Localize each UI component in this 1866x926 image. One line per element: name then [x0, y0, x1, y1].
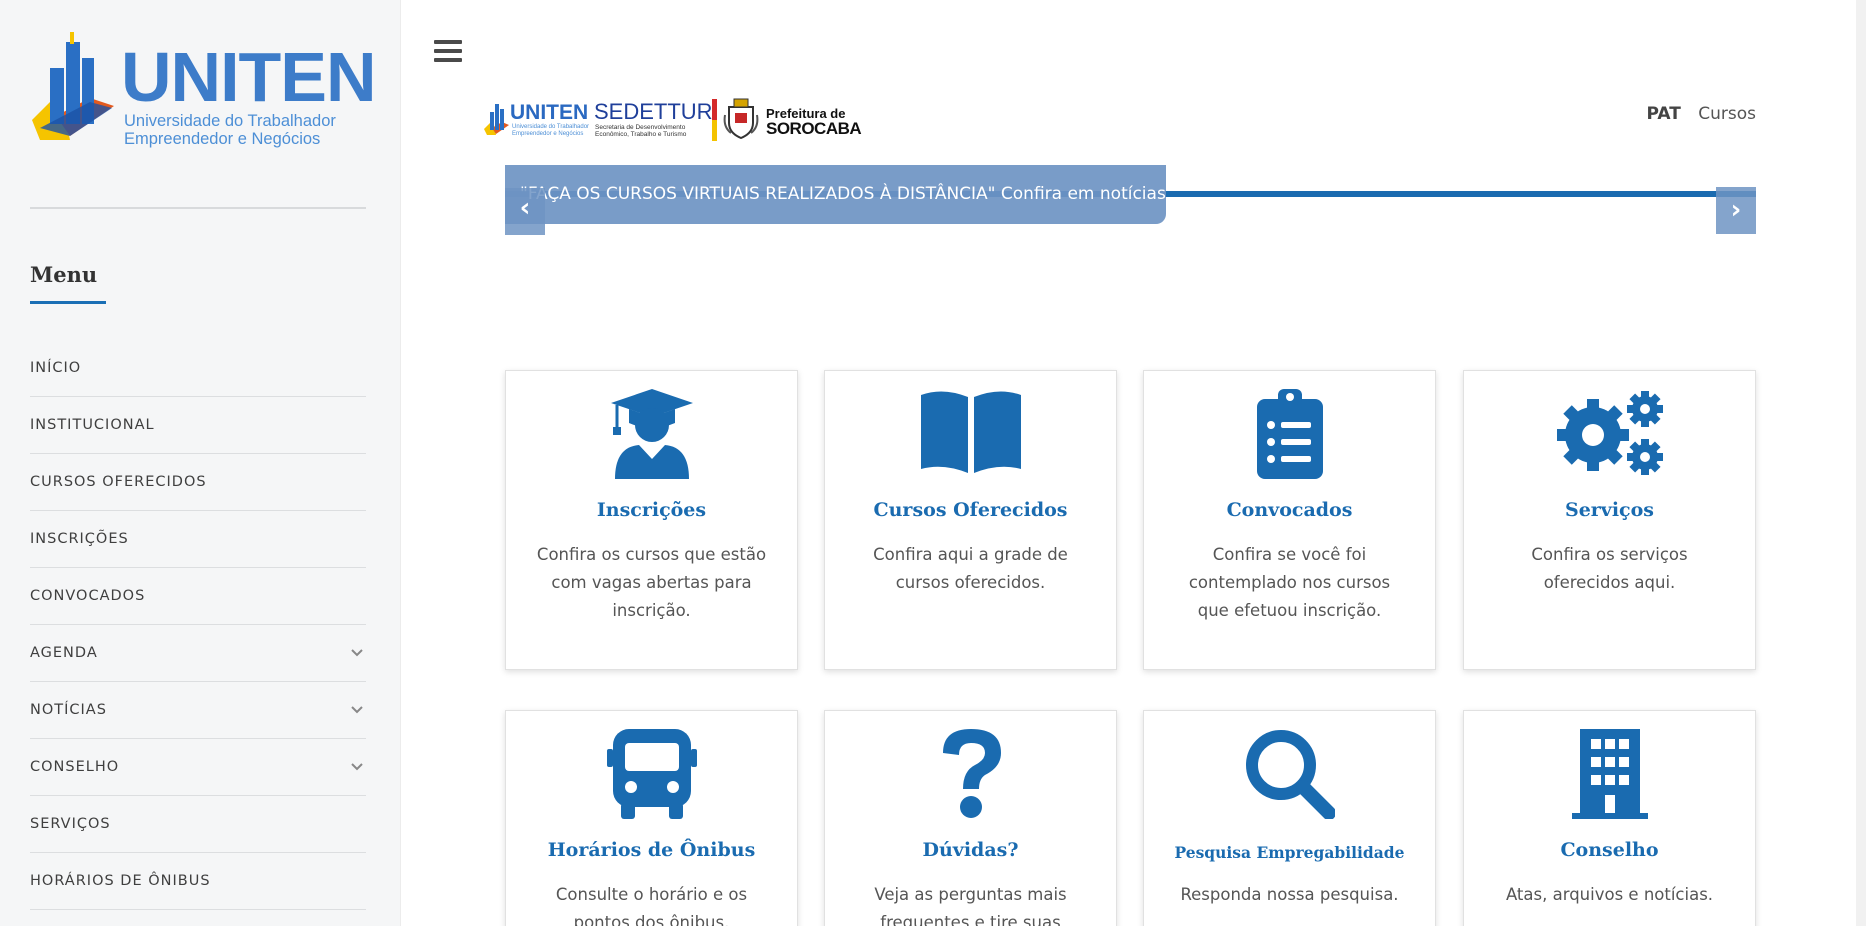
- card-text: Confira se você foi contemplado nos curs…: [1188, 545, 1391, 620]
- card-title: Inscrições: [596, 499, 707, 521]
- card-title: Pesquisa Empregabilidade: [1174, 843, 1405, 862]
- graduate-icon: [506, 389, 797, 479]
- partner-uniten-sub2: Empreendedor e Negócios: [512, 131, 584, 137]
- sidebar-item-label: INÍCIO: [30, 360, 82, 376]
- card-inscricoes[interactable]: Inscrições Confira os cursos que estão c…: [505, 370, 798, 670]
- card-title: Serviços: [1564, 499, 1655, 521]
- news-slider: "FAÇA OS CURSOS VIRTUAIS REALIZADOS À DI…: [505, 165, 1756, 235]
- sidebar-item-inscricoes[interactable]: INSCRIÇÕES: [30, 511, 366, 568]
- partner-sedettur-title: SEDETTUR: [594, 99, 713, 124]
- sidebar-item-label: CONSELHO: [30, 759, 120, 775]
- logo-subtitle-line2: Empreendedor e Negócios: [124, 130, 321, 148]
- logo-title: UNITEN: [121, 38, 377, 116]
- slider-prev-button[interactable]: ‹: [505, 188, 545, 235]
- menu-title-underline: [30, 301, 106, 304]
- sidebar-item-institucional[interactable]: INSTITUCIONAL: [30, 397, 366, 454]
- card-title: Cursos Oferecidos: [873, 499, 1068, 521]
- sidebar-item-label: NOTÍCIAS: [30, 702, 107, 718]
- sidebar-item-horarios-onibus[interactable]: HORÁRIOS DE ÔNIBUS: [30, 853, 366, 910]
- sidebar: UNITEN Universidade do Trabalhador Empre…: [0, 0, 401, 926]
- sidebar-item-inicio[interactable]: INÍCIO: [30, 340, 366, 397]
- card-title: Conselho: [1560, 839, 1659, 861]
- sidebar-item-agenda[interactable]: AGENDA: [30, 625, 366, 682]
- sidebar-item-label: INSTITUCIONAL: [30, 417, 155, 433]
- topnav-link-cursos[interactable]: Cursos: [1698, 104, 1756, 124]
- uniten-logo-mark-icon: [32, 32, 114, 140]
- card-conselho[interactable]: Conselho Atas, arquivos e notícias.: [1463, 710, 1756, 926]
- logo-subtitle: Universidade do Trabalhador Empreendedor…: [124, 112, 336, 148]
- building-icon: [1464, 729, 1755, 819]
- partner-sedettur-sub2: Econômico, Trabalho e Turismo: [595, 131, 687, 138]
- partner-sedettur-sub1: Secretaria de Desenvolvimento: [595, 124, 686, 131]
- card-convocados[interactable]: Convocados Confira se você foi contempla…: [1143, 370, 1436, 670]
- card-title: Horários de Ônibus: [547, 839, 756, 861]
- menu-title: Menu: [30, 262, 98, 287]
- question-icon: [825, 729, 1116, 819]
- sorocaba-crest-icon: [723, 98, 759, 139]
- card-cursos-oferecidos[interactable]: Cursos Oferecidos Confira aqui a grade d…: [824, 370, 1117, 670]
- uniten-logo[interactable]: UNITEN Universidade do Trabalhador Empre…: [30, 32, 377, 157]
- card-text: Atas, arquivos e notícias.: [1505, 885, 1714, 904]
- card-text: Confira aqui a grade de cursos oferecido…: [873, 545, 1068, 592]
- chevron-down-icon[interactable]: [350, 760, 364, 774]
- hamburger-bar: [434, 49, 462, 53]
- chevron-down-icon[interactable]: [350, 703, 364, 717]
- card-horarios-onibus[interactable]: Horários de Ônibus Consulte o horário e …: [505, 710, 798, 926]
- card-text: Consulte o horário e os pontos dos ônibu…: [555, 885, 748, 926]
- card-text: Confira os serviços oferecidos aqui.: [1531, 545, 1688, 592]
- partner-uniten-sub1: Universidade do Trabalhador: [512, 124, 590, 130]
- slider-caption-text: "FAÇA OS CURSOS VIRTUAIS REALIZADOS À DI…: [520, 184, 1166, 204]
- partner-uniten-subtitle: Universidade do Trabalhador Empreendedor…: [512, 124, 589, 138]
- partner-uniten-title: UNITEN: [510, 101, 589, 124]
- card-title: Dúvidas?: [922, 839, 1019, 861]
- open-book-icon: [825, 389, 1116, 479]
- page-scrollbar[interactable]: [1856, 0, 1866, 926]
- gears-icon: [1464, 389, 1755, 479]
- card-text: Responda nossa pesquisa.: [1180, 885, 1399, 904]
- hamburger-bar: [434, 58, 462, 62]
- sidebar-item-label: AGENDA: [30, 645, 98, 661]
- card-servicos[interactable]: Serviços Confira os serviços oferecidos …: [1463, 370, 1756, 670]
- partner-divider-bar: [712, 99, 717, 141]
- sidebar-item-servicos[interactable]: SERVIÇOS: [30, 796, 366, 853]
- slider-next-button[interactable]: ›: [1716, 187, 1756, 234]
- sidebar-item-conselho[interactable]: CONSELHO: [30, 739, 366, 796]
- partner-sedettur-subtitle: Secretaria de Desenvolvimento Econômico,…: [595, 124, 686, 138]
- bus-icon: [506, 729, 797, 819]
- card-text: Veja as perguntas mais frequentes e tire…: [874, 885, 1067, 926]
- card-title: Convocados: [1226, 499, 1353, 521]
- card-text: Confira os cursos que estão com vagas ab…: [536, 545, 767, 620]
- search-icon: [1144, 729, 1435, 819]
- card-pesquisa-empregabilidade[interactable]: Pesquisa Empregabilidade Responda nossa …: [1143, 710, 1436, 926]
- sidebar-item-cursos-oferecidos[interactable]: CURSOS OFERECIDOS: [30, 454, 366, 511]
- sidebar-item-noticias[interactable]: NOTÍCIAS: [30, 682, 366, 739]
- sidebar-item-label: INSCRIÇÕES: [30, 531, 129, 547]
- hamburger-menu-icon[interactable]: [434, 40, 462, 66]
- sidebar-item-convocados[interactable]: CONVOCADOS: [30, 568, 366, 625]
- clipboard-list-icon: [1144, 389, 1435, 479]
- slider-caption-box[interactable]: "FAÇA OS CURSOS VIRTUAIS REALIZADOS À DI…: [505, 165, 1166, 224]
- card-duvidas[interactable]: Dúvidas? Veja as perguntas mais frequent…: [824, 710, 1117, 926]
- partner-sorocaba-label: SOROCABA: [766, 119, 862, 138]
- uniten-small-logo-icon: [484, 104, 509, 135]
- sidebar-item-label: SERVIÇOS: [30, 816, 111, 832]
- sidebar-item-label: CURSOS OFERECIDOS: [30, 474, 207, 490]
- topnav-link-pat[interactable]: PAT: [1647, 104, 1681, 124]
- sidebar-divider: [30, 207, 366, 209]
- partner-logos[interactable]: UNITEN Universidade do Trabalhador Empre…: [482, 97, 862, 143]
- hamburger-bar: [434, 40, 462, 44]
- sidebar-menu: INÍCIO INSTITUCIONAL CURSOS OFERECIDOS I…: [30, 340, 366, 910]
- top-nav: PAT Cursos: [1635, 104, 1757, 124]
- logo-subtitle-line1: Universidade do Trabalhador: [124, 112, 336, 130]
- sidebar-item-label: CONVOCADOS: [30, 588, 146, 604]
- chevron-down-icon[interactable]: [350, 646, 364, 660]
- sidebar-item-label: HORÁRIOS DE ÔNIBUS: [30, 873, 211, 889]
